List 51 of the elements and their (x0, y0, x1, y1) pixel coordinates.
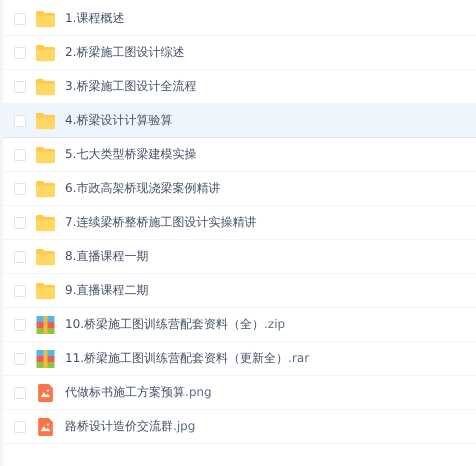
file-name[interactable]: 9.直播课程二期 (65, 282, 148, 299)
archive-icon (36, 316, 55, 334)
checkbox[interactable] (14, 80, 26, 92)
checkbox[interactable] (14, 420, 26, 432)
file-name[interactable]: 1.课程概述 (65, 10, 124, 27)
file-name[interactable]: 4.桥梁设计计算验算 (65, 112, 172, 129)
file-name[interactable]: 7.连续梁桥整桥施工图设计实操精讲 (65, 214, 256, 231)
checkbox[interactable] (14, 46, 26, 58)
folder-icon (36, 146, 55, 164)
checkbox[interactable] (14, 352, 26, 364)
checkbox[interactable] (14, 318, 26, 330)
file-row[interactable]: 9.直播课程二期 (3, 274, 476, 308)
checkbox[interactable] (14, 114, 26, 126)
file-name[interactable]: 5.七大类型桥梁建模实操 (65, 146, 196, 163)
file-row[interactable]: 7.连续梁桥整桥施工图设计实操精讲 (3, 206, 476, 240)
file-row[interactable]: 1.课程概述 (3, 2, 476, 36)
file-name[interactable]: 2.桥梁施工图设计综述 (65, 44, 184, 61)
checkbox[interactable] (14, 182, 26, 194)
file-row[interactable]: 11.桥梁施工图训练营配套资料（更新全）.rar (3, 342, 476, 376)
folder-icon (36, 180, 55, 198)
checkbox[interactable] (14, 284, 26, 296)
folder-icon (36, 112, 55, 130)
image-file-icon (36, 418, 55, 436)
file-name[interactable]: 11.桥梁施工图训练营配套资料（更新全）.rar (65, 350, 310, 367)
checkbox[interactable] (14, 148, 26, 160)
file-name[interactable]: 8.直播课程一期 (65, 248, 148, 265)
checkbox[interactable] (14, 12, 26, 24)
file-name[interactable]: 10.桥梁施工图训练营配套资料（全）.zip (65, 316, 286, 333)
file-row[interactable]: 8.直播课程一期 (3, 240, 476, 274)
file-row[interactable]: 10.桥梁施工图训练营配套资料（全）.zip (3, 308, 476, 342)
image-file-icon (36, 384, 55, 402)
file-name[interactable]: 3.桥梁施工图设计全流程 (65, 78, 196, 95)
checkbox[interactable] (14, 216, 26, 228)
file-name[interactable]: 代做标书施工方案预算.png (65, 384, 212, 401)
file-row[interactable]: 代做标书施工方案预算.png (3, 376, 476, 410)
checkbox[interactable] (14, 250, 26, 262)
file-row[interactable]: 4.桥梁设计计算验算 (3, 104, 476, 138)
file-row[interactable]: 2.桥梁施工图设计综述 (3, 36, 476, 70)
folder-icon (36, 78, 55, 96)
folder-icon (36, 10, 55, 28)
file-row[interactable]: 5.七大类型桥梁建模实操 (3, 138, 476, 172)
checkbox[interactable] (14, 386, 26, 398)
file-name[interactable]: 路桥设计造价交流群.jpg (65, 418, 196, 435)
file-row[interactable]: 6.市政高架桥现浇梁案例精讲 (3, 172, 476, 206)
folder-icon (36, 44, 55, 62)
folder-icon (36, 248, 55, 266)
file-row[interactable]: 路桥设计造价交流群.jpg (3, 410, 476, 444)
file-name[interactable]: 6.市政高架桥现浇梁案例精讲 (65, 180, 220, 197)
folder-icon (36, 282, 55, 300)
folder-icon (36, 214, 55, 232)
archive-icon (36, 350, 55, 368)
